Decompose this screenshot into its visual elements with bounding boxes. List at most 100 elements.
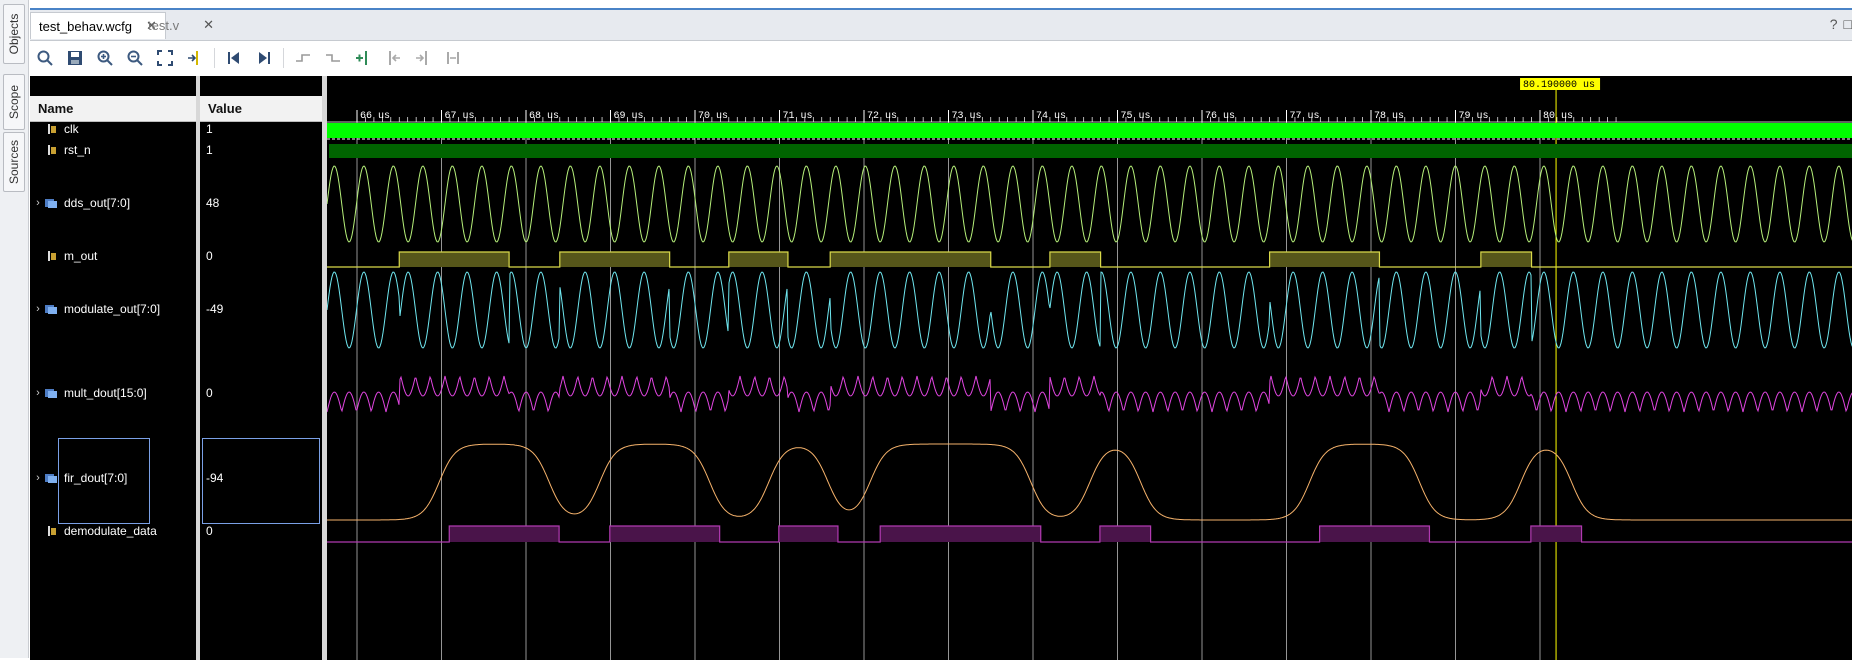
- demodulate-high-fill: [1099, 526, 1151, 542]
- waveform-toolbar: [30, 41, 1852, 74]
- zoom-out-icon[interactable]: [120, 43, 150, 73]
- ruler-tick-label: 70 us: [698, 111, 728, 122]
- save-icon[interactable]: [60, 43, 90, 73]
- tab-label: test_behav.wcfg: [39, 18, 132, 34]
- demodulate-high-fill: [449, 526, 560, 542]
- restore-icon[interactable]: □: [1844, 16, 1852, 32]
- expand-chevron-icon[interactable]: ›: [32, 387, 44, 399]
- signal-name: m_out: [64, 249, 98, 263]
- m-out-high-fill: [399, 252, 510, 267]
- previous-transition-icon[interactable]: [288, 43, 318, 73]
- toolbar-separator: [214, 47, 215, 68]
- selection-outline: [202, 438, 320, 524]
- expand-chevron-icon[interactable]: ›: [32, 303, 44, 315]
- search-icon[interactable]: [30, 43, 60, 73]
- signal-value: -49: [206, 302, 224, 316]
- toolbar-separator: [283, 47, 284, 68]
- next-transition-icon[interactable]: [318, 43, 348, 73]
- demodulate-high-fill: [880, 526, 1041, 542]
- bus-signal-icon: [44, 387, 60, 399]
- tab-test-v[interactable]: test.v ✕: [140, 12, 222, 38]
- selection-outline: [58, 438, 150, 524]
- go-to-last-time-icon[interactable]: [249, 43, 279, 73]
- value-column-header[interactable]: Value: [200, 96, 322, 122]
- signal-value: 0: [206, 249, 213, 263]
- side-tab-scope[interactable]: Scope: [3, 74, 25, 130]
- cursor-time-label: 80.190000 us: [1523, 80, 1595, 91]
- bit-signal-icon: [44, 250, 60, 262]
- waveform-window: test_behav.wcfg ✕ test.v ✕ ? □ Name clk r: [30, 8, 1852, 660]
- m-out-high-fill: [1480, 252, 1532, 267]
- modulate-out-wave: [327, 271, 1852, 349]
- zoom-in-icon[interactable]: [90, 43, 120, 73]
- mult-dout-wave: [327, 375, 1852, 413]
- side-tab-sources-label: Sources: [7, 139, 21, 185]
- expand-chevron-icon[interactable]: ›: [32, 197, 44, 209]
- ruler-tick-label: 76 us: [1205, 111, 1235, 122]
- ruler-tick-label: 71 us: [783, 111, 813, 122]
- clk-wave: [327, 123, 1852, 138]
- demodulate-high-fill: [609, 526, 720, 542]
- editor-tab-bar: test_behav.wcfg ✕ test.v ✕ ? □: [30, 10, 1852, 41]
- close-icon[interactable]: ✕: [203, 17, 214, 33]
- bus-signal-icon: [44, 303, 60, 315]
- signal-row[interactable]: › dds_out[7:0]: [30, 196, 196, 210]
- bit-signal-icon: [44, 525, 60, 537]
- side-tab-strip: Objects Scope Sources: [0, 0, 29, 658]
- signal-value: 1: [206, 122, 213, 136]
- ruler-tick-label: 66 us: [360, 111, 390, 122]
- ruler-tick-label: 72 us: [867, 111, 897, 122]
- add-marker-icon[interactable]: [348, 43, 378, 73]
- ruler-tick-label: 74 us: [1036, 111, 1066, 122]
- signal-row[interactable]: › modulate_out[7:0]: [30, 302, 196, 316]
- zoom-fit-icon[interactable]: [150, 43, 180, 73]
- signal-name: mult_dout[15:0]: [64, 386, 147, 400]
- signal-value: 48: [206, 196, 220, 210]
- ruler-tick-label: 69 us: [614, 111, 644, 122]
- name-column-header[interactable]: Name: [30, 96, 196, 122]
- bit-signal-icon: [44, 144, 60, 156]
- swap-cursors-icon[interactable]: [438, 43, 468, 73]
- signal-name: rst_n: [64, 143, 91, 157]
- side-tab-scope-label: Scope: [7, 84, 21, 120]
- signal-row[interactable]: demodulate_data: [30, 524, 196, 538]
- fir-dout-wave: [327, 443, 1852, 521]
- signal-row[interactable]: › mult_dout[15:0]: [30, 386, 196, 400]
- demodulate-high-fill: [778, 526, 838, 542]
- m-out-high-fill: [1269, 252, 1380, 267]
- side-tab-objects[interactable]: Objects: [3, 4, 25, 64]
- ruler-tick-label: 75 us: [1121, 111, 1151, 122]
- signal-name: modulate_out[7:0]: [64, 302, 161, 316]
- m-out-high-fill: [1049, 252, 1101, 267]
- ruler-tick-label: 80 us: [1543, 111, 1573, 122]
- signal-row[interactable]: clk: [30, 122, 196, 136]
- side-tab-sources[interactable]: Sources: [3, 132, 25, 192]
- ruler-tick-label: 67 us: [445, 111, 475, 122]
- bus-signal-icon: [44, 197, 60, 209]
- waveform-canvas[interactable]: 66 us 67 us 68 us 69 us 70 us 71 us 72 us 73 us…: [327, 76, 1852, 660]
- signal-value: 1: [206, 143, 213, 157]
- window-controls: ? □: [1830, 16, 1852, 32]
- signal-value: 0: [206, 386, 213, 400]
- ruler-tick-label: 78 us: [1374, 111, 1404, 122]
- go-to-cursor-icon[interactable]: [180, 43, 210, 73]
- waveform-svg: 66 us 67 us 68 us 69 us 70 us 71 us 72 us 73 us…: [327, 78, 1852, 660]
- bit-signal-icon: [44, 123, 60, 135]
- help-icon[interactable]: ?: [1830, 16, 1838, 32]
- previous-marker-icon[interactable]: [378, 43, 408, 73]
- expand-chevron-icon[interactable]: ›: [32, 472, 44, 484]
- signal-value-panel: Value 1 1 48 0 -49 0 -94 0: [200, 76, 322, 660]
- go-to-time-0-icon[interactable]: [219, 43, 249, 73]
- ruler-tick-label: 73 us: [952, 111, 982, 122]
- rst-n-wave: [329, 144, 1852, 158]
- ruler-tick-label: 68 us: [529, 111, 559, 122]
- m-out-high-fill: [559, 252, 670, 267]
- signal-name: clk: [64, 122, 79, 136]
- signal-row[interactable]: m_out: [30, 249, 196, 263]
- signal-name: demodulate_data: [64, 524, 157, 538]
- demodulate-high-fill: [1530, 526, 1582, 542]
- signal-name: dds_out[7:0]: [64, 196, 131, 210]
- signal-row[interactable]: rst_n: [30, 143, 196, 157]
- next-marker-icon[interactable]: [408, 43, 438, 73]
- ruler-tick-label: 79 us: [1459, 111, 1489, 122]
